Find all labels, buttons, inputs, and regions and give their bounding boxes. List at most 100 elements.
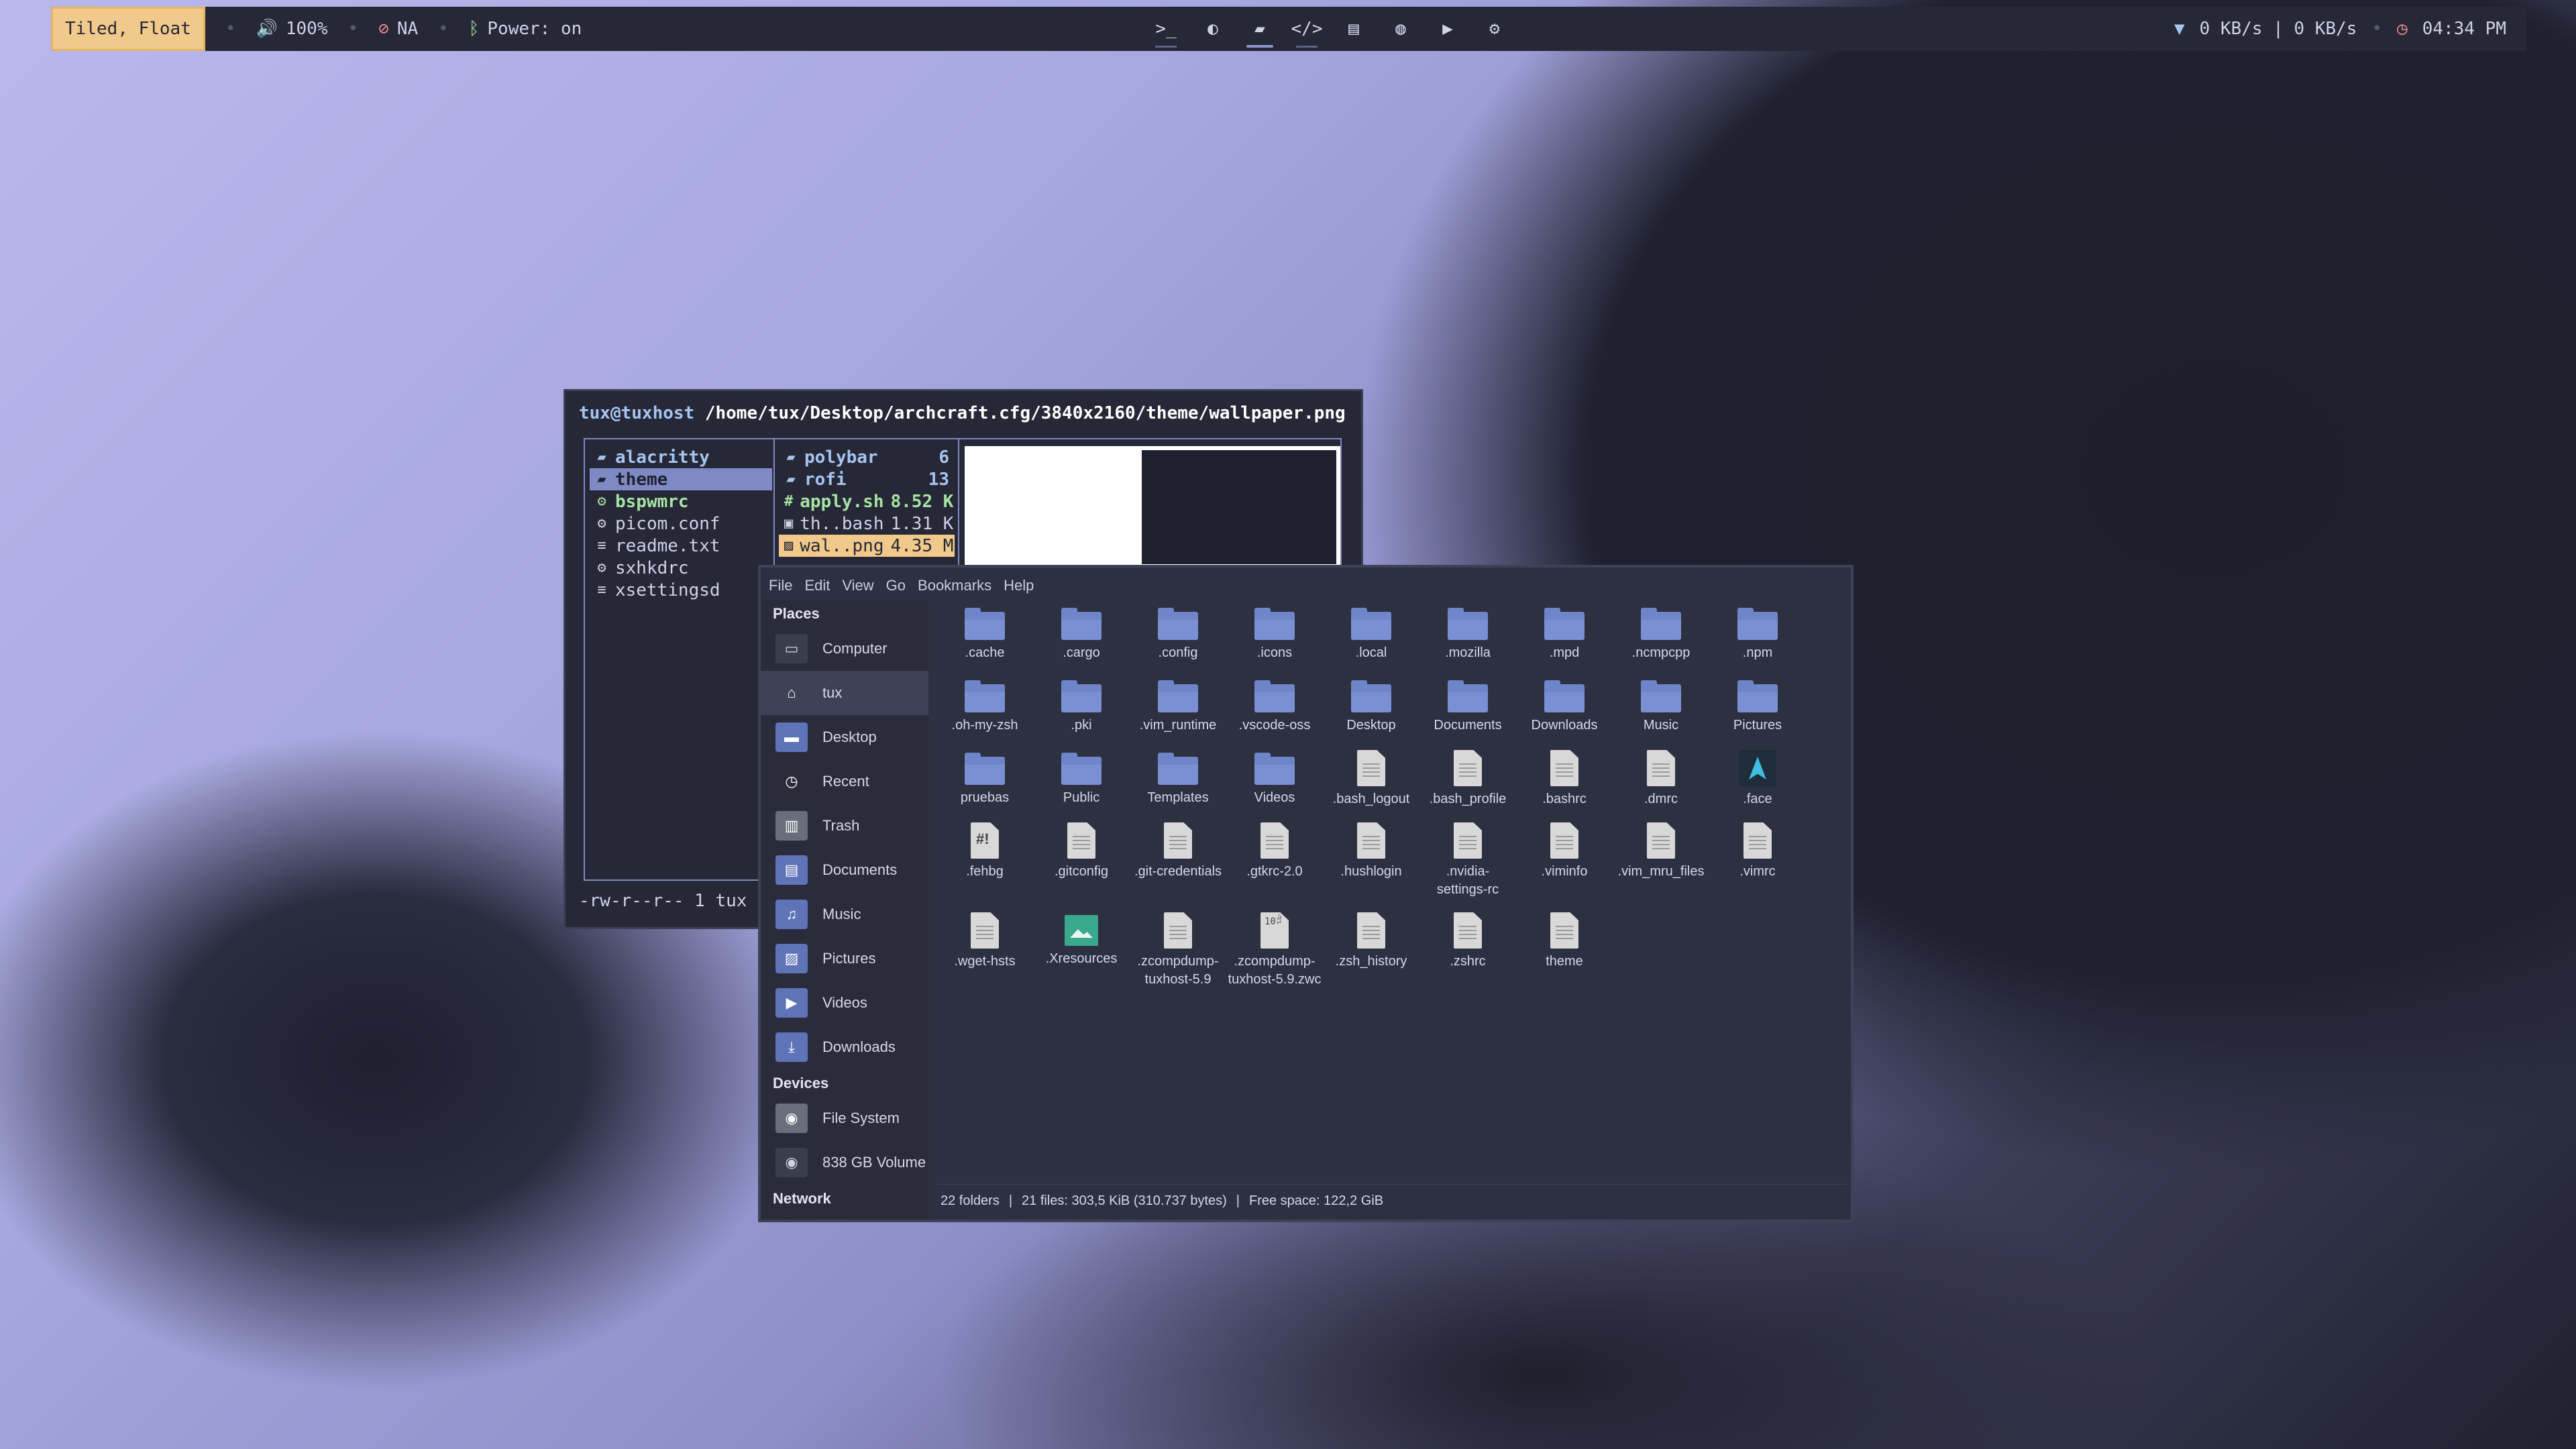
file-item[interactable]: .wget-hsts [936, 912, 1033, 982]
file-item[interactable]: .bashrc [1516, 750, 1613, 820]
ranger-entry[interactable]: # apply.sh 8.52 K [779, 490, 955, 513]
file-item-label: .local [1355, 645, 1387, 660]
sidebar-item-trash[interactable]: ▥ Trash [761, 804, 928, 848]
file-item-label: Music [1643, 718, 1679, 733]
file-item[interactable]: .zsh_history [1323, 912, 1419, 982]
file-item[interactable]: .config [1130, 605, 1226, 675]
file-item[interactable]: .zcompdump-tuxhost-5.9.zwc [1226, 912, 1323, 1000]
file-item[interactable]: Templates [1130, 750, 1226, 820]
menu-help[interactable]: Help [1004, 577, 1034, 594]
menu-bookmarks[interactable]: Bookmarks [918, 577, 991, 594]
file-item[interactable]: .git-credentials [1130, 822, 1226, 910]
file-item[interactable]: .cargo [1033, 605, 1130, 675]
file-item[interactable]: Documents [1419, 678, 1516, 747]
sidebar-item-pictures[interactable]: ▨ Pictures [761, 936, 928, 981]
text-file-icon [1647, 822, 1675, 859]
file-item[interactable]: pruebas [936, 750, 1033, 820]
file-item[interactable]: Pictures [1709, 678, 1806, 747]
ranger-entry[interactable]: ▰ polybar 6 [779, 446, 955, 468]
book-icon[interactable]: ▤ [1339, 10, 1368, 48]
file-item[interactable]: Downloads [1516, 678, 1613, 747]
file-item[interactable]: .vscode-oss [1226, 678, 1323, 747]
file-item[interactable]: .icons [1226, 605, 1323, 675]
file-item[interactable]: .local [1323, 605, 1419, 675]
file-item[interactable]: .zshrc [1419, 912, 1516, 982]
firefox-icon[interactable]: ◐ [1198, 10, 1228, 48]
sidebar-item-recent[interactable]: ◷ Recent [761, 759, 928, 804]
youtube-icon[interactable]: ▶ [1433, 10, 1462, 48]
file-item[interactable]: .vim_mru_files [1613, 822, 1709, 892]
file-item[interactable]: .gitconfig [1033, 822, 1130, 892]
file-grid-view[interactable]: .cache .cargo .config .icons .local .mozilla.… [936, 600, 1847, 1177]
file-item[interactable]: Videos [1226, 750, 1323, 820]
file-item[interactable]: .ncmpcpp [1613, 605, 1709, 675]
sidebar-item-downloads[interactable]: ⤓ Downloads [761, 1025, 928, 1069]
file-item[interactable]: .Xresources [1033, 912, 1130, 982]
sidebar-item-home[interactable]: ⌂ tux [761, 671, 928, 715]
network-module[interactable]: ⊘ NA [378, 19, 418, 39]
network-speed: 0 KB/s | 0 KB/s [2199, 19, 2357, 39]
ranger-entry-selected[interactable]: ▨ wal..png 4.35 M [779, 535, 955, 557]
ranger-entry-size: 1.31 K [890, 513, 954, 534]
ranger-entry[interactable]: ▰ rofi 13 [779, 468, 955, 490]
ranger-entry[interactable]: ▣ th..bash 1.31 K [779, 513, 955, 535]
clock[interactable]: 04:34 PM [2422, 19, 2506, 39]
file-item-label: .gtkrc-2.0 [1246, 864, 1303, 879]
sidebar-item-filesystem[interactable]: ◉ File System [761, 1096, 928, 1140]
file-item[interactable]: .face [1709, 750, 1806, 820]
sidebar-item-label: File System [822, 1110, 900, 1126]
file-item[interactable]: .gtkrc-2.0 [1226, 822, 1323, 892]
sidebar-item-computer[interactable]: ▭ Computer [761, 627, 928, 671]
file-item[interactable]: .pki [1033, 678, 1130, 747]
ranger-entry[interactable]: ▰ alacritty [590, 446, 772, 468]
sidebar-item-documents[interactable]: ▤ Documents [761, 848, 928, 892]
volume-module[interactable]: 🔊 100% [256, 19, 328, 39]
file-item[interactable]: .bash_logout [1323, 750, 1419, 820]
sidebar-item-music[interactable]: ♫ Music [761, 892, 928, 936]
trash-icon: ▥ [775, 811, 808, 841]
folder-icon[interactable]: ▰ [1245, 10, 1275, 48]
menu-view[interactable]: View [842, 577, 873, 594]
file-item[interactable]: .cache [936, 605, 1033, 675]
terminal-icon[interactable]: >_ [1151, 10, 1181, 48]
file-item[interactable]: Public [1033, 750, 1130, 820]
file-item[interactable]: .mozilla [1419, 605, 1516, 675]
file-item[interactable]: Music [1613, 678, 1709, 747]
file-item[interactable]: .oh-my-zsh [936, 678, 1033, 747]
settings-icon[interactable]: ⚙ [1480, 10, 1509, 48]
file-item[interactable]: .bash_profile [1419, 750, 1516, 820]
layout-mode-badge[interactable]: Tiled, Float [51, 7, 205, 51]
sidebar-item-label: Music [822, 906, 861, 922]
file-item[interactable]: .zcompdump-tuxhost-5.9 [1130, 912, 1226, 1000]
code-icon[interactable]: </> [1291, 10, 1322, 48]
sidebar-item-volume[interactable]: ◉ 838 GB Volume [761, 1140, 928, 1185]
file-item[interactable]: theme [1516, 912, 1613, 982]
file-item-label: .vscode-oss [1238, 718, 1311, 733]
file-item[interactable]: .mpd [1516, 605, 1613, 675]
ranger-entry[interactable]: ⚙ picom.conf [590, 513, 772, 535]
file-item[interactable]: .vim_runtime [1130, 678, 1226, 747]
ranger-entry[interactable]: ⚙ bspwmrc [590, 490, 772, 513]
sidebar-item-desktop[interactable]: ▬ Desktop [761, 715, 928, 759]
ranger-entry[interactable]: ≡ readme.txt [590, 535, 772, 557]
menu-go[interactable]: Go [886, 577, 906, 594]
menu-edit[interactable]: Edit [804, 577, 830, 594]
file-item[interactable]: .npm [1709, 605, 1806, 675]
file-item[interactable]: .fehbg [936, 822, 1033, 892]
folder-icon: ▰ [597, 449, 606, 466]
file-item[interactable]: .vimrc [1709, 822, 1806, 892]
file-item[interactable]: Desktop [1323, 678, 1419, 747]
ranger-entry[interactable]: ⚙ sxhkdrc [590, 557, 772, 579]
chat-icon[interactable]: ◍ [1386, 10, 1415, 48]
file-manager-window[interactable]: File Edit View Go Bookmarks Help Places … [758, 565, 1854, 1222]
file-item[interactable]: .hushlogin [1323, 822, 1419, 892]
bluetooth-module[interactable]: ᛒ Power: on [469, 19, 582, 39]
file-item-label: .hushlogin [1340, 864, 1402, 879]
ranger-entry[interactable]: ≡ xsettingsd [590, 579, 772, 601]
sidebar-item-videos[interactable]: ▶ Videos [761, 981, 928, 1025]
menu-file[interactable]: File [769, 577, 792, 594]
file-item[interactable]: .dmrc [1613, 750, 1709, 820]
file-item[interactable]: .viminfo [1516, 822, 1613, 892]
ranger-entry-selected[interactable]: ▰ theme [590, 468, 772, 490]
file-item[interactable]: .nvidia-settings-rc [1419, 822, 1516, 910]
